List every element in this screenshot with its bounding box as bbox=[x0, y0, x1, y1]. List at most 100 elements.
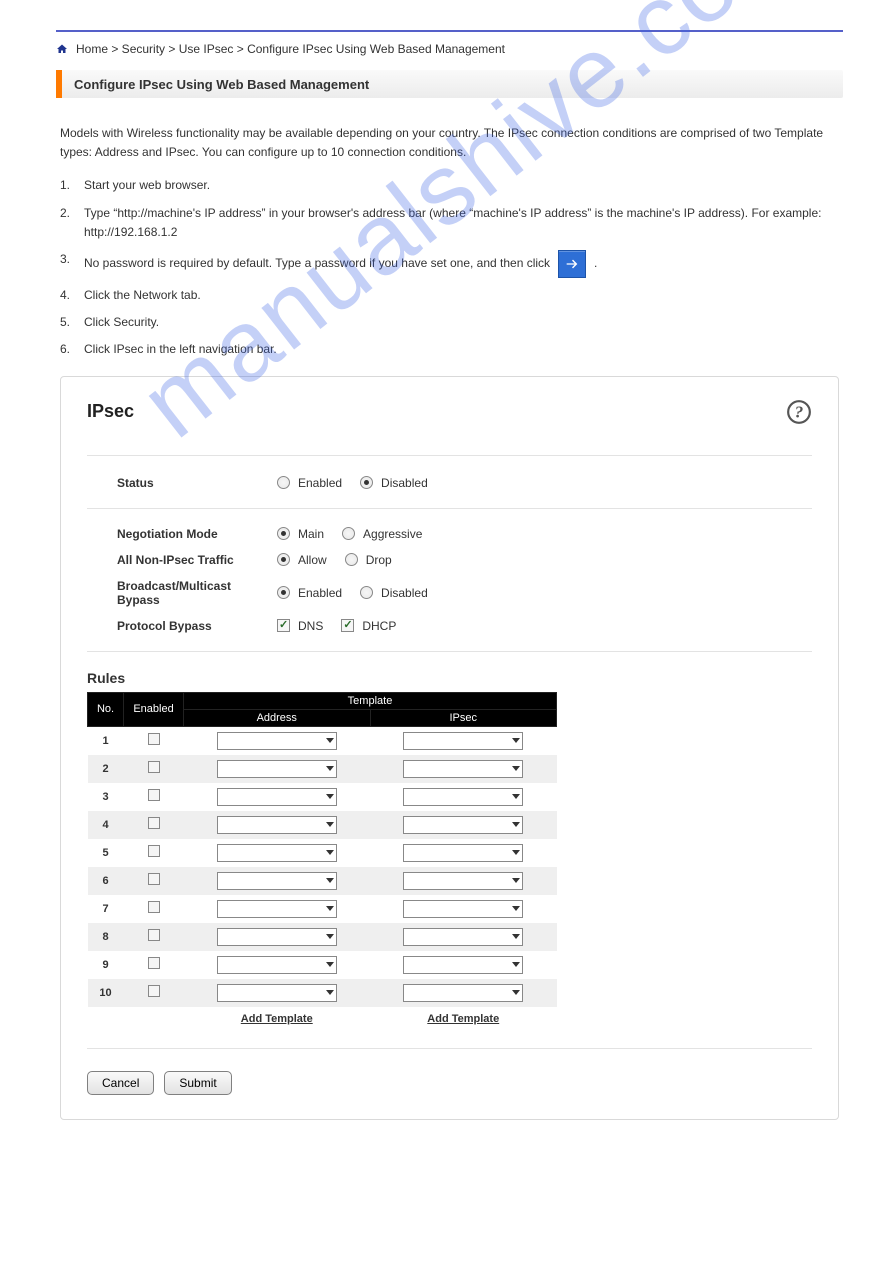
proto-dhcp-check[interactable]: DHCP bbox=[341, 619, 396, 633]
status-enabled-radio[interactable]: Enabled bbox=[277, 476, 342, 490]
radio-label: Aggressive bbox=[363, 527, 422, 541]
proto-dns-check[interactable]: DNS bbox=[277, 619, 323, 633]
table-row: 6 bbox=[88, 867, 557, 895]
table-row: 9 bbox=[88, 951, 557, 979]
table-row: 10 bbox=[88, 979, 557, 1007]
step-text: Click Security. bbox=[84, 313, 839, 332]
ipsec-dropdown[interactable] bbox=[403, 760, 523, 778]
row-number: 10 bbox=[88, 979, 124, 1007]
section-accent bbox=[56, 70, 62, 98]
table-row: 5 bbox=[88, 839, 557, 867]
row-number: 7 bbox=[88, 895, 124, 923]
address-dropdown[interactable] bbox=[217, 900, 337, 918]
address-dropdown[interactable] bbox=[217, 760, 337, 778]
address-dropdown[interactable] bbox=[217, 984, 337, 1002]
ipsec-dropdown[interactable] bbox=[403, 984, 523, 1002]
cancel-button[interactable]: Cancel bbox=[87, 1071, 154, 1095]
step-text: No password is required by default. Type… bbox=[84, 250, 839, 278]
row-enabled-check[interactable] bbox=[148, 901, 160, 913]
neg-aggressive-radio[interactable]: Aggressive bbox=[342, 527, 422, 541]
row-enabled-check[interactable] bbox=[148, 929, 160, 941]
col-ipsec: IPsec bbox=[370, 709, 557, 726]
row-number: 5 bbox=[88, 839, 124, 867]
step-number: 6. bbox=[60, 340, 74, 359]
radio-label: Allow bbox=[298, 553, 327, 567]
help-icon[interactable]: ? bbox=[786, 399, 812, 425]
proto-label: Protocol Bypass bbox=[87, 619, 277, 633]
ipsec-dropdown[interactable] bbox=[403, 928, 523, 946]
bypass-enabled-radio[interactable]: Enabled bbox=[277, 586, 342, 600]
divider bbox=[87, 651, 812, 652]
row-enabled-check[interactable] bbox=[148, 817, 160, 829]
col-enabled: Enabled bbox=[124, 692, 184, 726]
page-title: IPsec bbox=[87, 401, 134, 422]
step-text-inner: No password is required by default. Type… bbox=[84, 254, 550, 273]
address-dropdown[interactable] bbox=[217, 844, 337, 862]
status-label: Status bbox=[87, 476, 277, 490]
breadcrumb-text: Home > Security > Use IPsec > Configure … bbox=[76, 42, 505, 56]
address-dropdown[interactable] bbox=[217, 928, 337, 946]
radio-label: Disabled bbox=[381, 476, 428, 490]
ipsec-dropdown[interactable] bbox=[403, 956, 523, 974]
radio-label: Disabled bbox=[381, 586, 428, 600]
negotiation-label: Negotiation Mode bbox=[87, 527, 277, 541]
row-enabled-check[interactable] bbox=[148, 957, 160, 969]
steps-list: 1.Start your web browser. 2.Type “http:/… bbox=[60, 176, 839, 359]
divider bbox=[87, 1048, 812, 1049]
row-enabled-check[interactable] bbox=[148, 789, 160, 801]
home-icon bbox=[56, 43, 68, 55]
row-number: 3 bbox=[88, 783, 124, 811]
step-number: 1. bbox=[60, 176, 74, 195]
ipsec-dropdown[interactable] bbox=[403, 872, 523, 890]
step-number: 5. bbox=[60, 313, 74, 332]
step-text-tail: . bbox=[594, 254, 597, 273]
add-address-template[interactable]: Add Template bbox=[241, 1013, 313, 1025]
ipsec-dropdown[interactable] bbox=[403, 900, 523, 918]
radio-label: Enabled bbox=[298, 476, 342, 490]
arrow-right-icon bbox=[558, 250, 586, 278]
row-enabled-check[interactable] bbox=[148, 733, 160, 745]
table-row: 4 bbox=[88, 811, 557, 839]
breadcrumb: Home > Security > Use IPsec > Configure … bbox=[56, 42, 843, 56]
ipsec-dropdown[interactable] bbox=[403, 732, 523, 750]
col-template: Template bbox=[184, 692, 557, 709]
step-text: Type “http://machine's IP address” in yo… bbox=[84, 204, 839, 242]
address-dropdown[interactable] bbox=[217, 816, 337, 834]
traffic-drop-radio[interactable]: Drop bbox=[345, 553, 392, 567]
section-title: Configure IPsec Using Web Based Manageme… bbox=[74, 77, 369, 92]
check-label: DHCP bbox=[362, 619, 396, 633]
radio-label: Main bbox=[298, 527, 324, 541]
table-row: 2 bbox=[88, 755, 557, 783]
check-label: DNS bbox=[298, 619, 323, 633]
address-dropdown[interactable] bbox=[217, 956, 337, 974]
step-text: Click the Network tab. bbox=[84, 286, 839, 305]
table-row: 8 bbox=[88, 923, 557, 951]
status-disabled-radio[interactable]: Disabled bbox=[360, 476, 428, 490]
divider bbox=[87, 455, 812, 456]
row-enabled-check[interactable] bbox=[148, 985, 160, 997]
step-text: Start your web browser. bbox=[84, 176, 839, 195]
step-number: 3. bbox=[60, 250, 74, 278]
address-dropdown[interactable] bbox=[217, 788, 337, 806]
bypass-disabled-radio[interactable]: Disabled bbox=[360, 586, 428, 600]
ipsec-dropdown[interactable] bbox=[403, 844, 523, 862]
row-enabled-check[interactable] bbox=[148, 845, 160, 857]
row-number: 9 bbox=[88, 951, 124, 979]
neg-main-radio[interactable]: Main bbox=[277, 527, 324, 541]
row-enabled-check[interactable] bbox=[148, 873, 160, 885]
divider bbox=[87, 508, 812, 509]
col-address: Address bbox=[184, 709, 371, 726]
submit-button[interactable]: Submit bbox=[164, 1071, 231, 1095]
ipsec-dropdown[interactable] bbox=[403, 816, 523, 834]
top-rule bbox=[56, 30, 843, 32]
section-header: Configure IPsec Using Web Based Manageme… bbox=[56, 70, 843, 98]
add-ipsec-template[interactable]: Add Template bbox=[427, 1013, 499, 1025]
row-enabled-check[interactable] bbox=[148, 761, 160, 773]
traffic-allow-radio[interactable]: Allow bbox=[277, 553, 327, 567]
ipsec-dropdown[interactable] bbox=[403, 788, 523, 806]
row-number: 2 bbox=[88, 755, 124, 783]
row-number: 1 bbox=[88, 726, 124, 755]
address-dropdown[interactable] bbox=[217, 872, 337, 890]
rules-table: No. Enabled Template Address IPsec 12345… bbox=[87, 692, 557, 1030]
address-dropdown[interactable] bbox=[217, 732, 337, 750]
